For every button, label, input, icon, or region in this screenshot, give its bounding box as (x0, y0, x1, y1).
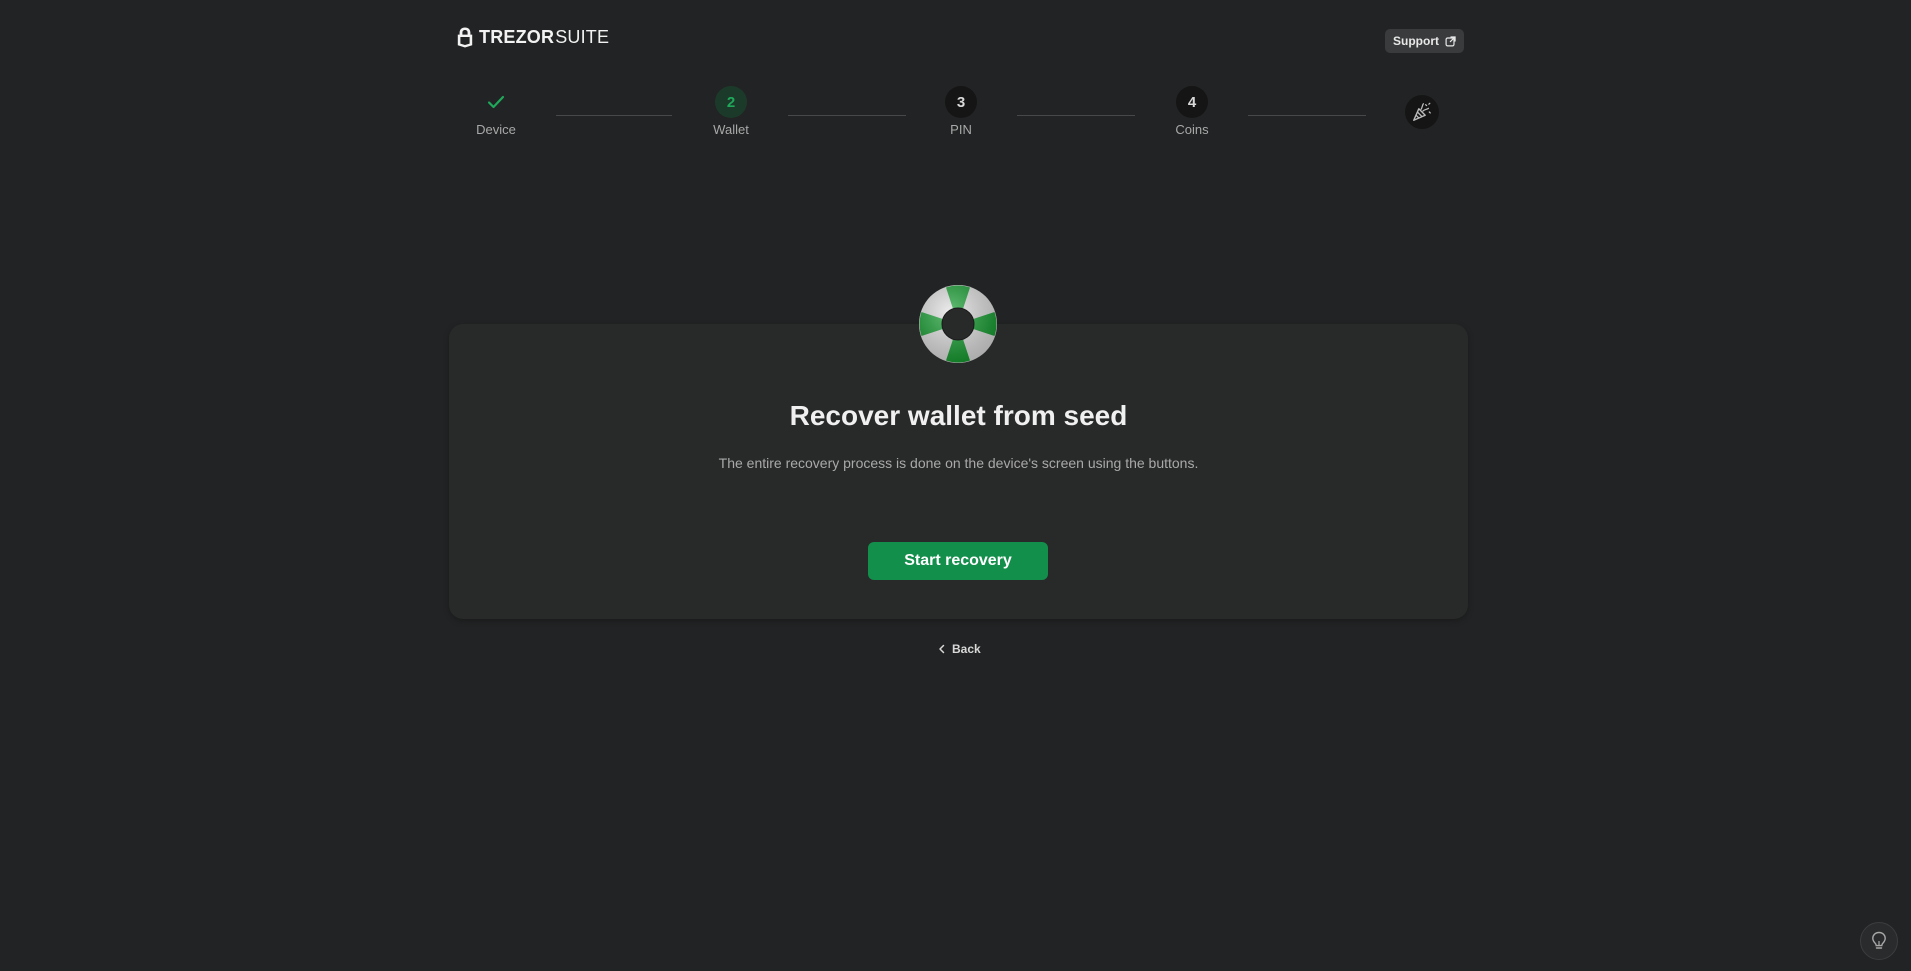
step-device: Device (436, 86, 556, 137)
step-final-indicator (1405, 95, 1439, 129)
trezor-lock-icon (457, 27, 473, 48)
step-connector (1248, 115, 1366, 116)
back-label: Back (952, 642, 981, 656)
checkmark-icon (487, 95, 505, 109)
step-pin: 3 PIN (901, 86, 1021, 137)
back-button[interactable]: Back (938, 642, 981, 656)
trezor-suite-logo: TREZOR SUITE (457, 26, 609, 48)
step-device-indicator (480, 86, 512, 118)
lightbulb-icon (1872, 931, 1886, 949)
lifebuoy-icon (919, 285, 997, 363)
card-description: The entire recovery process is done on t… (718, 455, 1199, 471)
tips-button[interactable] (1860, 922, 1898, 960)
card-title: Recover wallet from seed (789, 400, 1128, 431)
logo-brand-text: TREZOR (479, 26, 555, 47)
support-button[interactable]: Support (1385, 29, 1464, 53)
step-connector (556, 115, 672, 116)
step-label: PIN (950, 122, 972, 137)
step-label: Device (476, 122, 516, 137)
step-label: Coins (1175, 122, 1209, 137)
external-link-icon (1445, 35, 1456, 46)
onboarding-screen: TREZOR SUITE Support Device 2 Wallet 3 P… (0, 0, 1911, 971)
step-wallet-indicator: 2 (715, 86, 747, 118)
step-pin-indicator: 3 (945, 86, 977, 118)
party-popper-icon (1413, 102, 1431, 121)
logo-suite-text: SUITE (555, 26, 610, 47)
step-label: Wallet (713, 122, 749, 137)
support-label: Support (1393, 34, 1439, 48)
step-connector (1017, 115, 1135, 116)
start-recovery-button[interactable]: Start recovery (868, 542, 1048, 580)
step-connector (788, 115, 906, 116)
step-coins-indicator: 4 (1176, 86, 1208, 118)
step-coins: 4 Coins (1132, 86, 1252, 137)
chevron-left-icon (939, 644, 945, 654)
step-wallet: 2 Wallet (671, 86, 791, 137)
